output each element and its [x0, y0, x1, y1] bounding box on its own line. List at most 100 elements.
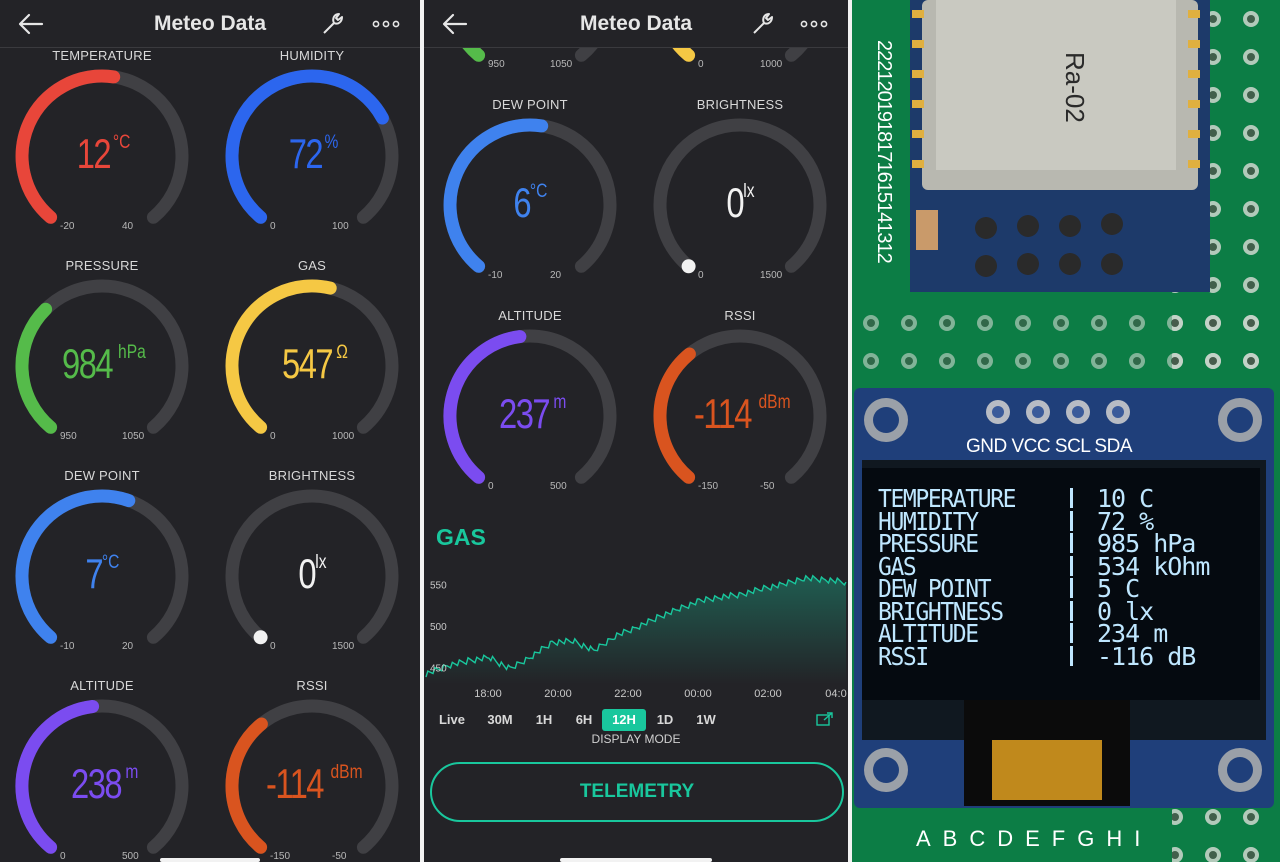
- gauge-value: -114 dBm: [212, 760, 412, 808]
- period-1h[interactable]: 1H: [530, 709, 558, 731]
- gauge-label: HUMIDITY: [279, 48, 345, 63]
- chart-area: [426, 575, 846, 684]
- gauge-max: 1050: [550, 59, 573, 70]
- gauge-min: 950: [60, 431, 77, 442]
- gauge-unit: m: [553, 392, 567, 413]
- x-tick-label: 02:00: [754, 688, 782, 700]
- gauge-label: RSSI: [296, 678, 328, 693]
- gauge-value: -114 dBm: [640, 390, 840, 438]
- gauge-min: 950: [488, 59, 505, 70]
- gauge-unit: °C: [101, 552, 120, 573]
- page-title: Meteo Data: [579, 12, 693, 35]
- y-tick-label: 450: [430, 663, 447, 674]
- gauge-number: 72: [288, 130, 324, 177]
- home-indicator: [160, 858, 260, 862]
- gauge-value: 238 m: [2, 760, 202, 808]
- gauge-altitude: ALTITUDE 237 m 0 500: [430, 308, 630, 518]
- app-header: Meteo Data: [424, 0, 848, 48]
- oled-separator: [1070, 645, 1073, 666]
- hardware-photo: Ra-02 2221201918171615141312: [852, 0, 1280, 862]
- oled-value: -116 dB: [1097, 641, 1196, 671]
- x-tick-label: 04:0: [825, 688, 846, 700]
- period-live[interactable]: Live: [432, 709, 472, 731]
- module-label: Ra-02: [1060, 52, 1090, 123]
- gauge-value: 6°C: [430, 179, 630, 227]
- gauge-label: BRIGHTNESS: [696, 97, 784, 112]
- gauge-max: 40: [122, 221, 134, 232]
- oled-separator: [1070, 623, 1073, 643]
- oled-pin-labels: GND VCC SCL SDA: [966, 436, 1133, 457]
- wrench-icon[interactable]: [320, 11, 346, 37]
- gauge-number: 6: [513, 179, 531, 226]
- gauge-number: 237: [499, 390, 551, 437]
- gauge-min: -150: [698, 481, 719, 492]
- telemetry-button[interactable]: TELEMETRY: [430, 762, 844, 822]
- gauge-max: 100: [332, 221, 349, 232]
- home-indicator: [560, 858, 712, 862]
- phone-screen-1: Meteo Data TEMPERATURE 12 °C -20 40 HUMIDITY 7…: [0, 0, 420, 862]
- gauge-unit: %: [324, 132, 339, 153]
- gauge-number: -114: [266, 760, 324, 807]
- gauge-unit: lx: [743, 181, 755, 202]
- period-6h[interactable]: 6H: [570, 709, 598, 731]
- period-30m[interactable]: 30M: [476, 709, 524, 731]
- gauge-number: 7: [85, 550, 103, 597]
- oled-separator: [1070, 510, 1073, 531]
- display-mode-label: DISPLAY MODE: [591, 732, 681, 746]
- gauge-unit: °C: [112, 132, 131, 153]
- gauge-value: 0lx: [640, 179, 840, 227]
- gas-chart: 550 500 450 18:00 20:00 22:00 00:00 02:00 04:0: [425, 574, 847, 700]
- y-tick-label: 550: [430, 581, 447, 592]
- gauge-max: 20: [122, 641, 134, 652]
- gauge-value: 984 hPa: [2, 340, 202, 388]
- oled-separator: [1070, 488, 1073, 508]
- gauge-unit: Ω: [336, 342, 348, 363]
- period-1d[interactable]: 1D: [650, 709, 680, 731]
- gauge-label: TEMPERATURE: [52, 48, 152, 63]
- x-tick-label: 18:00: [474, 688, 502, 700]
- gauge-label: ALTITUDE: [498, 308, 562, 323]
- y-tick-label: 500: [430, 622, 447, 633]
- gauge-max: 20: [550, 270, 562, 281]
- gauge-max: 1050: [122, 431, 145, 442]
- oled-label: RSSI: [878, 641, 929, 671]
- gauge-pressure: PRESSURE 984 hPa 950 1050: [2, 258, 202, 468]
- gauge-unit: hPa: [118, 342, 146, 363]
- gauge-value: 72%: [212, 130, 412, 178]
- gauge-min: -20: [60, 221, 75, 232]
- oled-separator: [1070, 555, 1073, 576]
- gauge-value: 547 Ω: [212, 340, 412, 388]
- gauge-temperature: TEMPERATURE 12 °C -20 40: [2, 48, 202, 258]
- gauge-number: 12: [76, 130, 112, 177]
- gauge-value: 12 °C: [2, 130, 202, 178]
- gauge-min: -150: [270, 851, 291, 862]
- gauge-unit: lx: [315, 552, 327, 573]
- gauge-max: 1500: [760, 270, 783, 281]
- x-tick-label: 20:00: [544, 688, 572, 700]
- period-selector: Live 30M 1H 6H 12H 1D 1W: [432, 708, 832, 734]
- export-icon[interactable]: [816, 712, 834, 726]
- period-12h[interactable]: 12H: [602, 709, 646, 731]
- gauge-rssi: RSSI -114 dBm -150 -50: [212, 678, 412, 862]
- gauge-number: 0: [726, 179, 745, 226]
- gauge-dew-point: DEW POINT 7°C -10 20: [2, 468, 202, 678]
- gauge-min: 0: [270, 221, 276, 232]
- wrench-icon[interactable]: [750, 11, 776, 37]
- gauge-brightness: BRIGHTNESS 0lx 0 1500: [212, 468, 412, 678]
- oled-separator: [1070, 533, 1073, 553]
- chart-title: GAS: [436, 524, 486, 550]
- gauge-unit: dBm: [330, 762, 363, 783]
- more-options-icon[interactable]: [372, 19, 400, 29]
- gauge-max: -50: [760, 481, 775, 492]
- period-1w[interactable]: 1W: [690, 709, 722, 731]
- gauge-max: 500: [550, 481, 567, 492]
- more-options-icon[interactable]: [800, 19, 828, 29]
- gauge-max: -50: [332, 851, 347, 862]
- gauge-gas: GAS 547 Ω 0 1000: [212, 258, 412, 468]
- gauge-indicator-dot: [681, 259, 696, 274]
- gauge-number: -114: [694, 390, 752, 437]
- row-numbers: 2221201918171615141312: [873, 40, 895, 263]
- gauge-label: BRIGHTNESS: [268, 468, 356, 483]
- gauge-max: 1500: [332, 641, 355, 652]
- gauge-number: 238: [71, 760, 123, 807]
